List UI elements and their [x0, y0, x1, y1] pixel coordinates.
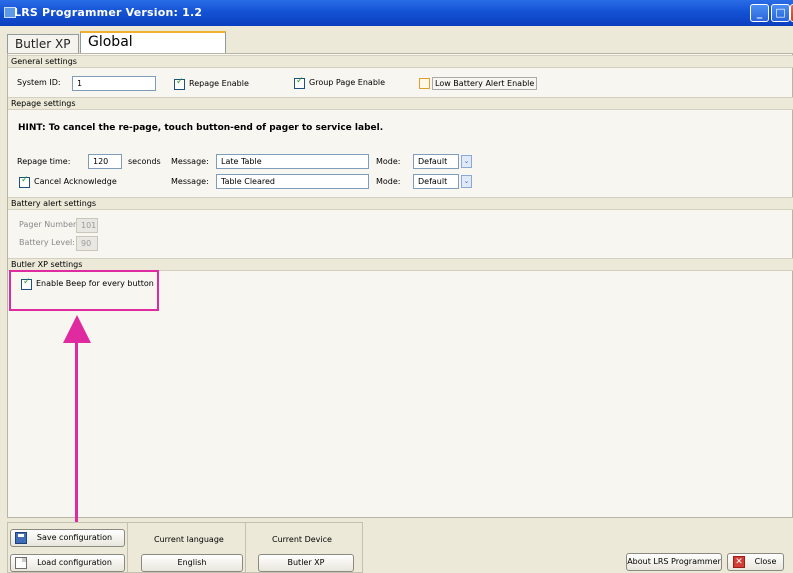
cancel-acknowledge-checkbox[interactable] [19, 175, 30, 188]
divider [245, 523, 246, 573]
language-button[interactable]: English [141, 554, 243, 572]
system-id-input[interactable]: 1 [72, 76, 156, 91]
minimize-button[interactable]: _ [750, 4, 769, 22]
pager-number-label: Pager Number: [19, 220, 79, 229]
title-bar: LRS Programmer Version: 1.2 _ □ ✕ [0, 0, 793, 26]
seconds-label: seconds [128, 157, 161, 166]
about-lrs-programmer-button[interactable]: About LRS Programmer [626, 553, 722, 571]
cancel-acknowledge-label: Cancel Acknowledge [34, 177, 117, 186]
repage-settings-header: Repage settings [8, 97, 793, 110]
save-configuration-label: Save configuration [36, 533, 113, 542]
battery-level-label: Battery Level: [19, 238, 75, 247]
close-icon: ✕ [733, 556, 745, 568]
repage-enable-label: Repage Enable [189, 79, 249, 88]
divider [127, 523, 128, 573]
tab-global-configuration[interactable]: Global configuration [80, 31, 226, 69]
repage-time-label: Repage time: [17, 157, 71, 166]
close-button[interactable]: ✕ Close [727, 553, 784, 571]
mode-2-select[interactable]: Default [413, 174, 459, 189]
battery-alert-settings-header: Battery alert settings [8, 197, 793, 210]
annotation-highlight-box [9, 270, 159, 311]
message-2-input[interactable]: Table Cleared [216, 174, 369, 189]
repage-hint-text: HINT: To cancel the re-page, touch butto… [18, 123, 384, 133]
save-configuration-button[interactable]: Save configuration [10, 529, 125, 547]
low-battery-alert-checkbox[interactable] [419, 78, 430, 89]
pager-number-input: 101 [76, 218, 98, 233]
device-button[interactable]: Butler XP [258, 554, 354, 572]
low-battery-alert-label: Low Battery Alert Enable [432, 77, 538, 90]
load-icon [15, 557, 27, 569]
battery-level-input: 90 [76, 236, 98, 251]
chevron-down-icon[interactable]: ⌄ [461, 155, 472, 168]
current-language-label: Current language [154, 535, 224, 544]
tab-butler-xp[interactable]: Butler XP [7, 34, 79, 53]
message-1-input[interactable]: Late Table [216, 154, 369, 169]
general-settings-header: General settings [8, 55, 793, 68]
mode-label-2: Mode: [376, 177, 401, 186]
repage-enable-checkbox[interactable] [174, 77, 185, 90]
message-label-2: Message: [171, 177, 209, 186]
system-id-label: System ID: [17, 78, 61, 87]
repage-time-input[interactable]: 120 [88, 154, 122, 169]
bottom-controls: Save configuration Load configuration Cu… [7, 522, 363, 573]
save-icon [15, 532, 27, 544]
window-title: LRS Programmer Version: 1.2 [14, 6, 203, 19]
mode-label-1: Mode: [376, 157, 401, 166]
message-label-1: Message: [171, 157, 209, 166]
chevron-down-icon[interactable]: ⌄ [461, 175, 472, 188]
group-page-enable-checkbox[interactable] [294, 76, 305, 89]
maximize-button[interactable]: □ [771, 4, 790, 22]
current-device-label: Current Device [272, 535, 332, 544]
load-configuration-button[interactable]: Load configuration [10, 554, 125, 572]
mode-1-select[interactable]: Default [413, 154, 459, 169]
group-page-enable-label: Group Page Enable [309, 78, 386, 87]
load-configuration-label: Load configuration [37, 558, 112, 567]
